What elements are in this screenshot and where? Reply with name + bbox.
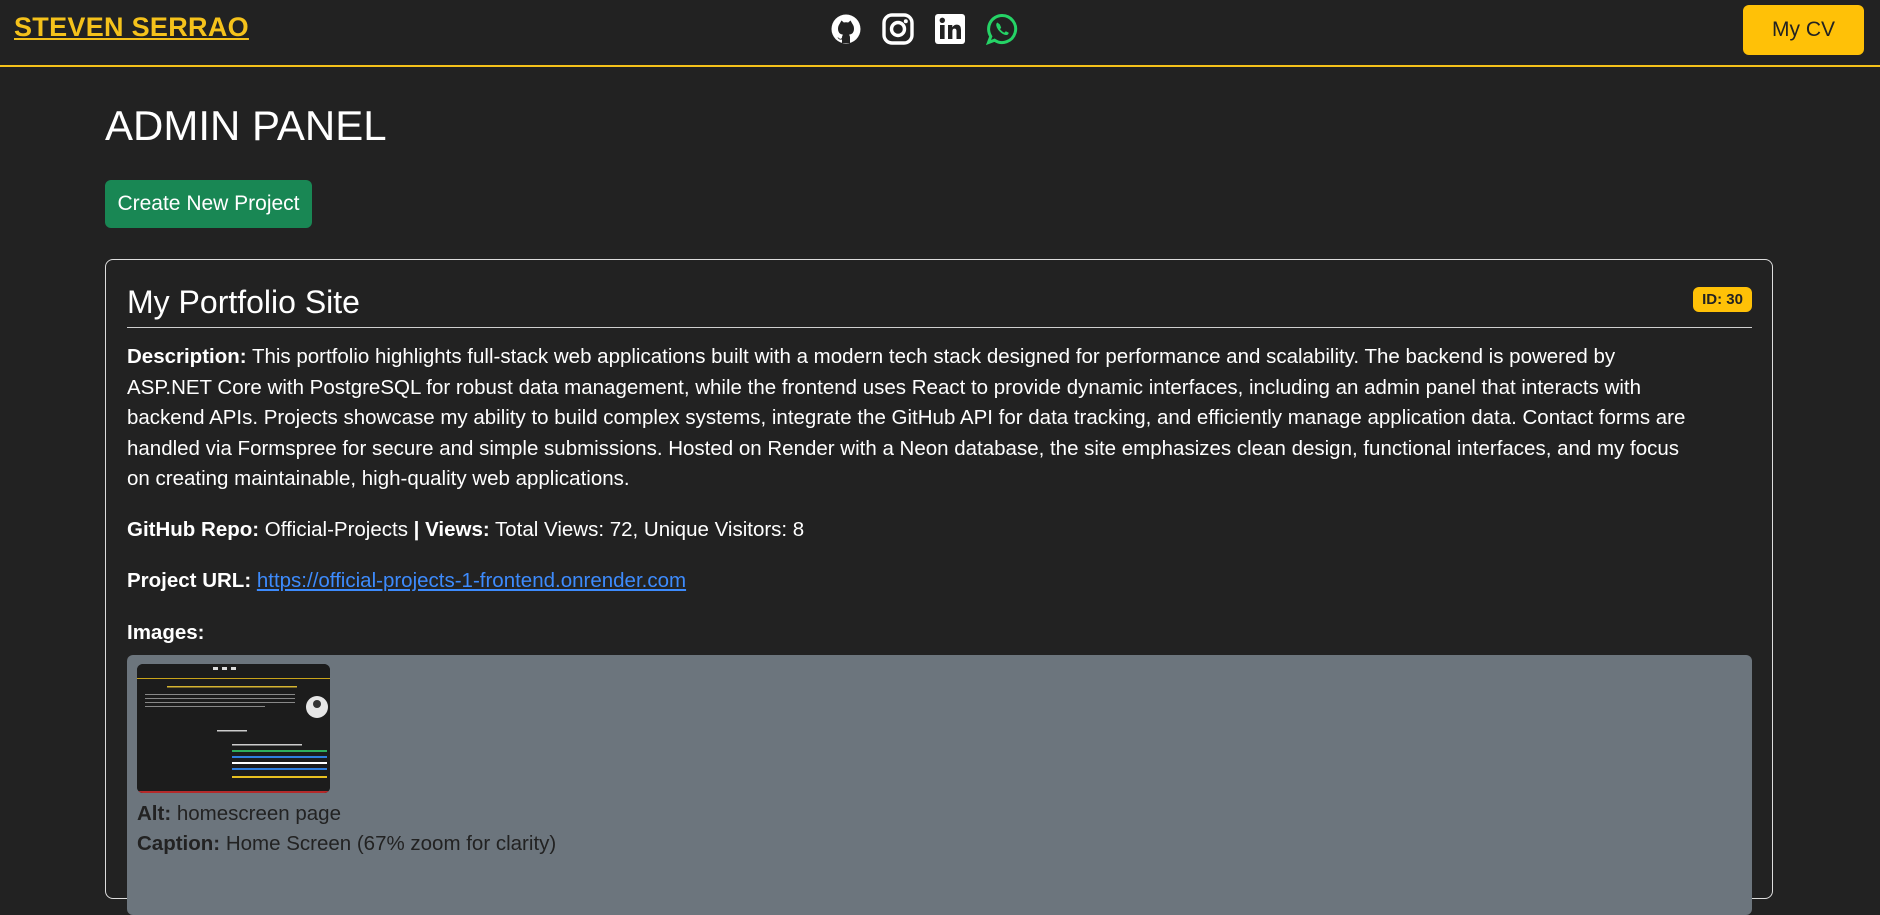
my-cv-button[interactable]: My CV: [1743, 5, 1864, 55]
repo-views-line: GitHub Repo: Official-Projects | Views: …: [127, 516, 804, 544]
project-title: My Portfolio Site: [127, 284, 360, 320]
social-links: [828, 11, 1036, 47]
separator: |: [413, 518, 420, 541]
whatsapp-icon[interactable]: [984, 11, 1020, 47]
views-label: Views:: [425, 518, 490, 541]
page-title: ADMIN PANEL: [105, 102, 387, 149]
project-url-line: Project URL: https://official-projects-1…: [127, 567, 686, 595]
views-value: Total Views: 72, Unique Visitors: 8: [495, 518, 805, 541]
images-label: Images:: [127, 621, 205, 644]
description-label: Description:: [127, 345, 247, 368]
caption-label: Caption:: [137, 832, 221, 855]
url-label: Project URL:: [127, 569, 252, 592]
project-url-link[interactable]: https://official-projects-1-frontend.onr…: [257, 569, 686, 592]
description-text: This portfolio highlights full-stack web…: [127, 345, 1686, 490]
project-id-badge: ID: 30: [1693, 287, 1752, 312]
instagram-icon[interactable]: [880, 11, 916, 47]
alt-value: homescreen page: [176, 802, 341, 825]
alt-label: Alt:: [137, 802, 172, 825]
images-heading: Images:: [127, 619, 204, 647]
project-card: My Portfolio Site ID: 30 Description: Th…: [105, 259, 1773, 915]
images-panel: Alt: homescreen page Caption: Home Scree…: [127, 655, 1752, 915]
image-alt-line: Alt: homescreen page: [137, 800, 341, 828]
project-description: Description: This portfolio highlights f…: [127, 342, 1687, 495]
brand-logo-link[interactable]: STEVEN SERRAO: [14, 12, 249, 43]
image-caption-line: Caption: Home Screen (67% zoom for clari…: [137, 830, 556, 858]
create-new-project-button[interactable]: Create New Project: [105, 180, 312, 228]
github-icon[interactable]: [828, 11, 864, 47]
title-divider: [127, 327, 1752, 328]
repo-label: GitHub Repo:: [127, 518, 260, 541]
repo-value: Official-Projects: [264, 518, 408, 541]
image-thumbnail[interactable]: [137, 664, 330, 793]
caption-value: Home Screen (67% zoom for clarity): [225, 832, 557, 855]
linkedin-icon[interactable]: [932, 11, 968, 47]
navbar: STEVEN SERRAO My CV: [0, 0, 1880, 67]
